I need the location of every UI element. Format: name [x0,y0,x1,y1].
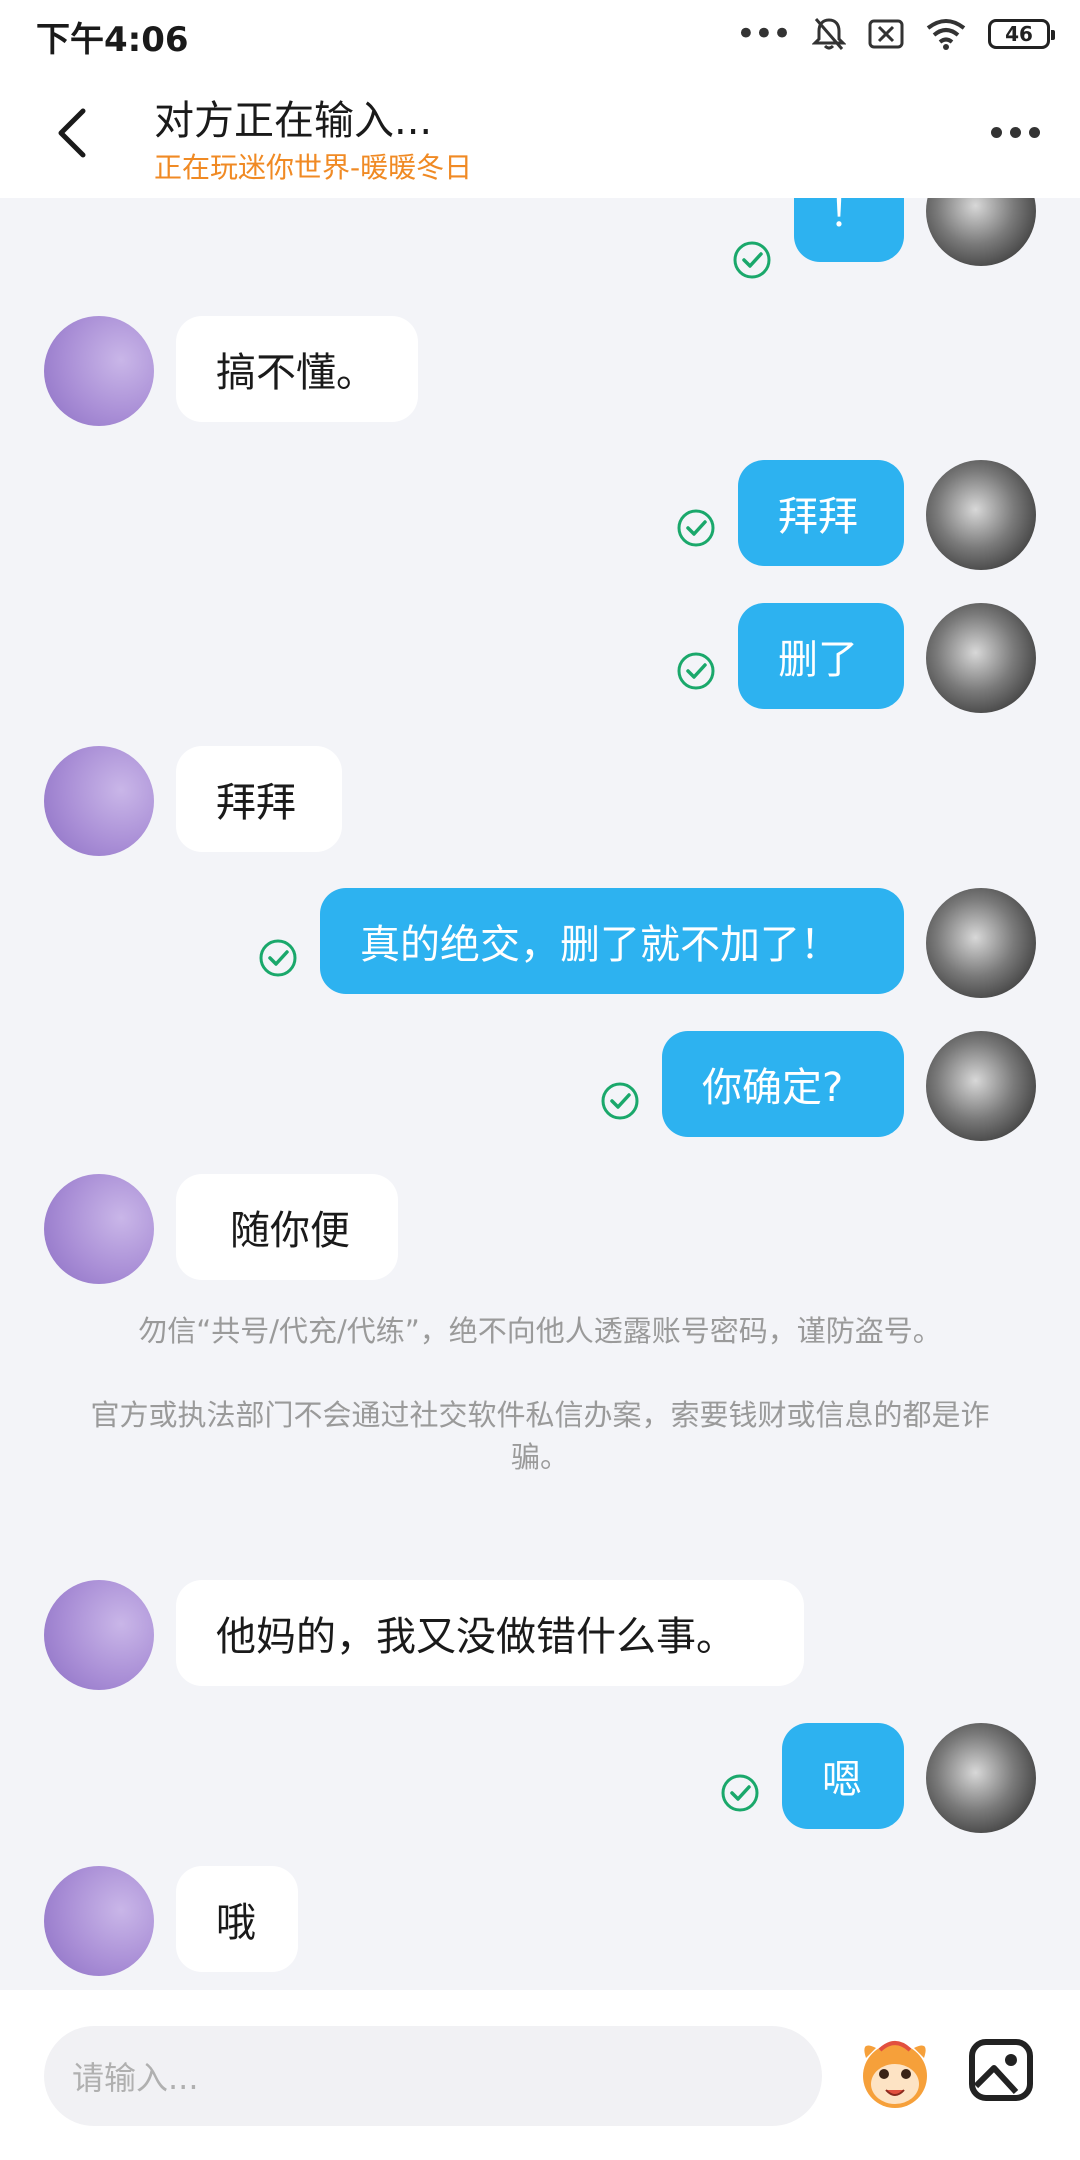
message-bubble-other[interactable]: 搞不懂。 [176,316,418,422]
chevron-left-icon [58,108,86,158]
contact-avatar[interactable] [44,1580,154,1690]
message-bubble-other[interactable]: 他妈的，我又没做错什么事。 [176,1580,804,1686]
more-dot [1028,126,1040,138]
image-button[interactable] [966,2034,1038,2106]
game-status[interactable]: 正在玩迷你世界-暖暖冬日 [154,146,472,186]
message-row-self: 你确定? [0,1031,1080,1141]
message-input[interactable]: 请输入... [44,2026,822,2126]
self-avatar[interactable] [926,888,1036,998]
message-row-self: ！ [0,198,1080,279]
message-row-self: 嗯 [0,1723,1080,1833]
image-icon [969,2039,1033,2101]
message-row-other: 他妈的，我又没做错什么事。 [0,1580,1080,1690]
status-icons: ••• 46 [735,14,1055,54]
message-bubble-self[interactable]: 拜拜 [738,460,904,566]
message-row-other: 哦 [0,1866,1080,1976]
contact-avatar[interactable] [44,316,154,426]
message-row-self: 真的绝交，删了就不加了！ [0,888,1080,998]
contact-avatar[interactable] [44,1866,154,1976]
message-row-self: 拜拜 [0,460,1080,570]
read-check-icon [601,1082,639,1120]
more-notifications-icon: ••• [735,14,792,54]
notice-line: 勿信“共号/代充/代练”，绝不向他人透露账号密码，谨防盗号。 [138,1314,942,1348]
self-avatar[interactable] [926,1031,1036,1141]
message-bubble-other[interactable]: 随你便 [176,1174,398,1280]
read-check-icon [721,1774,759,1812]
input-bar: 请输入... [0,1990,1080,2160]
wifi-icon [926,19,966,50]
chat-title: 对方正在输入... [154,98,433,144]
security-notice: 勿信“共号/代充/代练”，绝不向他人透露账号密码，谨防盗号。 官方或执法部门不会… [90,1310,990,1478]
mute-bell-icon [812,18,846,50]
more-dot [1009,126,1021,138]
read-check-icon [259,939,297,977]
chat-header: 对方正在输入... 正在玩迷你世界-暖暖冬日 [0,66,1080,198]
message-bubble-other[interactable]: 拜拜 [176,746,342,852]
self-avatar[interactable] [926,198,1036,266]
read-check-icon [677,509,715,547]
emoji-button[interactable] [850,2028,940,2118]
mascot-emoji-icon [863,2041,927,2108]
more-dot [990,126,1002,138]
message-row-other: 搞不懂。 [0,316,1080,426]
read-check-icon [733,241,771,279]
status-bar: 下午4:06 ••• 46 [0,0,1080,66]
message-bubble-self[interactable]: 嗯 [782,1723,904,1829]
message-list[interactable]: ！ 搞不懂。 拜拜 删了 拜拜 真的绝交，删了就不加了！ 你确定? 随你便 勿信… [0,198,1080,1990]
message-row-other: 拜拜 [0,746,1080,856]
self-avatar[interactable] [926,460,1036,570]
battery-icon: 46 [988,19,1055,49]
message-bubble-self[interactable]: 真的绝交，删了就不加了！ [320,888,904,994]
message-bubble-self[interactable]: ！ [794,198,904,262]
message-bubble-other[interactable]: 哦 [176,1866,298,1972]
message-bubble-self[interactable]: 删了 [738,603,904,709]
self-avatar[interactable] [926,1723,1036,1833]
message-row-other: 随你便 [0,1174,1080,1284]
contact-avatar[interactable] [44,1174,154,1284]
message-row-self: 删了 [0,603,1080,713]
more-button[interactable] [980,110,1050,154]
status-time: 下午4:06 [36,20,189,60]
back-button[interactable] [42,98,102,168]
message-bubble-self[interactable]: 你确定? [662,1031,904,1137]
read-check-icon [677,652,715,690]
contact-avatar[interactable] [44,746,154,856]
notice-line: 官方或执法部门不会通过社交软件私信办案，索要钱财或信息的都是诈骗。 [90,1398,990,1474]
self-avatar[interactable] [926,603,1036,713]
sim-off-icon [868,19,904,49]
